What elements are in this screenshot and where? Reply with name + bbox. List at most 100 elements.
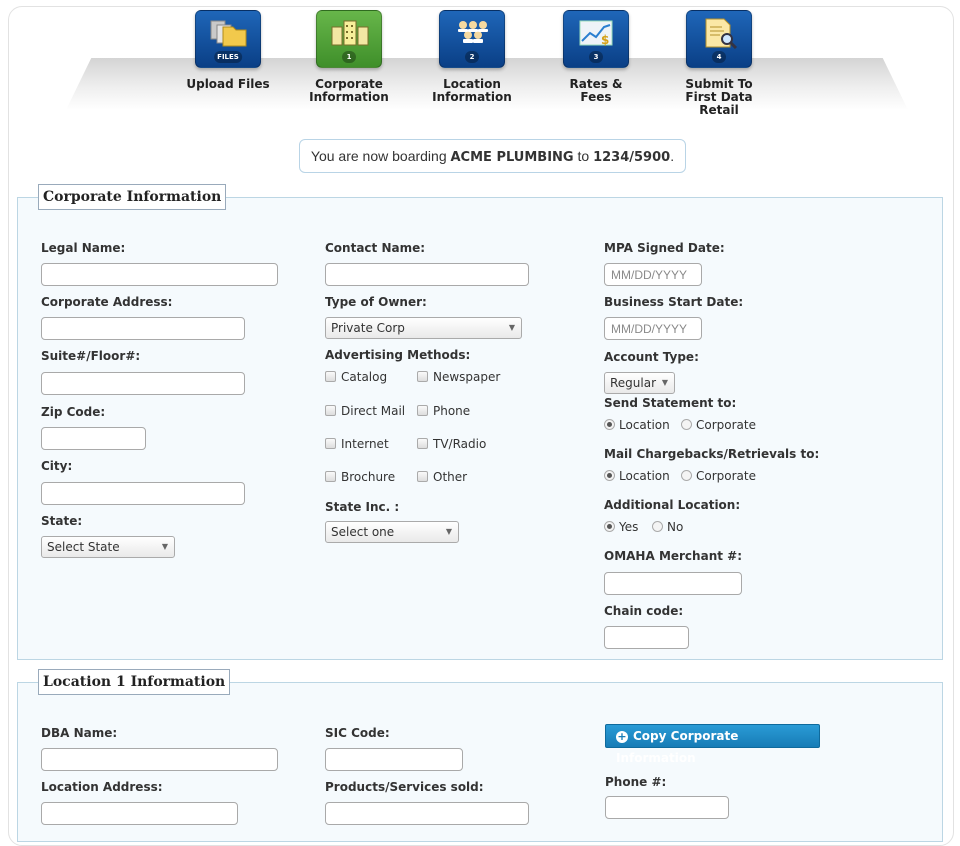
radio-label: Location [619, 418, 670, 432]
other-checkbox[interactable]: Other [417, 470, 467, 484]
checkbox-box[interactable] [417, 371, 428, 382]
buildings-icon: 1 [316, 10, 382, 68]
step-label: Location Information [432, 77, 512, 104]
checkbox-label: Brochure [341, 470, 396, 484]
checkbox-box[interactable] [417, 405, 428, 416]
checkbox-box[interactable] [325, 371, 336, 382]
internet-checkbox[interactable]: Internet [325, 437, 389, 451]
type-of-owner-value: Private Corp [331, 321, 405, 335]
advertising-methods-label: Advertising Methods: [325, 348, 471, 362]
radio-button[interactable] [652, 521, 663, 532]
corporate-address-input[interactable] [41, 317, 245, 340]
chevron-down-icon: ▼ [445, 527, 452, 536]
additional-location-no-radio[interactable]: No [652, 520, 683, 534]
radio-label: Corporate [696, 469, 756, 483]
checkbox-box[interactable] [325, 471, 336, 482]
step-rates-fees[interactable]: $ 3 Rates & Fees [541, 10, 651, 104]
section-title: Corporate Information [38, 184, 227, 210]
step-badge: 3 [589, 51, 603, 63]
sic-code-input[interactable] [325, 748, 463, 771]
files-icon: FILES [195, 10, 261, 68]
corporate-information-section: Corporate Information Legal Name: Corpor… [17, 184, 943, 660]
checkbox-label: Internet [341, 437, 389, 451]
business-start-date-input[interactable] [604, 317, 702, 340]
svg-text:$: $ [601, 33, 609, 47]
checkbox-label: Newspaper [433, 370, 501, 384]
type-of-owner-select[interactable]: Private Corp ▼ [325, 317, 522, 339]
checkbox-label: TV/Radio [433, 437, 487, 451]
state-inc-select[interactable]: Select one ▼ [325, 521, 459, 543]
mail-chargebacks-location-radio[interactable]: Location [604, 469, 670, 483]
step-upload-files[interactable]: FILES Upload Files [173, 10, 283, 91]
checkbox-box[interactable] [325, 405, 336, 416]
chevron-down-icon: ▼ [161, 542, 168, 551]
send-statement-location-radio[interactable]: Location [604, 418, 670, 432]
business-start-date-label: Business Start Date: [604, 295, 744, 309]
checkbox-box[interactable] [325, 438, 336, 449]
phone-label: Phone #: [605, 775, 667, 789]
checkbox-label: Direct Mail [341, 404, 406, 418]
people-icon: 2 [439, 10, 505, 68]
legal-name-label: Legal Name: [41, 241, 126, 255]
step-submit[interactable]: 4 Submit To First Data Retail [664, 10, 774, 117]
type-of-owner-label: Type of Owner: [325, 295, 427, 309]
banner-prefix: You are now boarding [310, 148, 451, 164]
location-information-section: Location 1 Information DBA Name: Locatio… [17, 669, 943, 842]
brochure-checkbox[interactable]: Brochure [325, 470, 395, 484]
chain-code-input[interactable] [604, 626, 689, 649]
city-input[interactable] [41, 482, 245, 505]
step-badge: 1 [342, 51, 356, 63]
state-select[interactable]: Select State ▼ [41, 536, 175, 558]
checkbox-label: Catalog [341, 370, 388, 384]
contact-name-label: Contact Name: [325, 241, 426, 255]
additional-location-label: Additional Location: [604, 498, 741, 512]
tv-radio-checkbox[interactable]: TV/Radio [417, 437, 486, 451]
checkbox-box[interactable] [417, 438, 428, 449]
account-type-select[interactable]: Regular ▼ [604, 372, 675, 394]
dba-name-label: DBA Name: [41, 726, 118, 740]
state-inc-value: Select one [331, 525, 395, 539]
phone-input[interactable] [605, 796, 729, 819]
radio-button[interactable] [604, 419, 615, 430]
additional-location-yes-radio[interactable]: Yes [604, 520, 638, 534]
city-label: City: [41, 459, 73, 473]
legal-name-input[interactable] [41, 263, 278, 286]
chevron-down-icon: ▼ [508, 323, 515, 332]
account-type-value: Regular [610, 376, 657, 390]
direct-mail-checkbox[interactable]: Direct Mail [325, 404, 405, 418]
corporate-address-label: Corporate Address: [41, 295, 173, 309]
phone-checkbox[interactable]: Phone [417, 404, 470, 418]
catalog-checkbox[interactable]: Catalog [325, 370, 387, 384]
radio-label: Yes [619, 520, 639, 534]
plus-circle-icon: + [616, 730, 628, 743]
state-label: State: [41, 514, 83, 528]
suite-floor-label: Suite#/Floor#: [41, 349, 141, 363]
radio-button[interactable] [604, 521, 615, 532]
step-corporate-information[interactable]: 1 Corporate Information [294, 10, 404, 104]
location-address-input[interactable] [41, 802, 238, 825]
products-services-input[interactable] [325, 802, 529, 825]
radio-button[interactable] [681, 419, 692, 430]
copy-corporate-information-button[interactable]: + Copy Corporate Information [605, 724, 820, 765]
radio-button[interactable] [604, 470, 615, 481]
radio-button[interactable] [681, 470, 692, 481]
zip-code-input[interactable] [41, 427, 146, 450]
boarding-banner: You are now boarding ACME PLUMBING to 12… [299, 139, 686, 173]
mail-chargebacks-corporate-radio[interactable]: Corporate [681, 469, 756, 483]
account-type-label: Account Type: [604, 350, 699, 364]
dba-name-input[interactable] [41, 748, 278, 771]
step-location-information[interactable]: 2 Location Information [417, 10, 527, 104]
zip-code-label: Zip Code: [41, 405, 106, 419]
contact-name-input[interactable] [325, 263, 529, 286]
send-statement-corporate-radio[interactable]: Corporate [681, 418, 756, 432]
checkbox-box[interactable] [417, 471, 428, 482]
mpa-signed-date-input[interactable] [604, 263, 702, 286]
document-search-icon: 4 [686, 10, 752, 68]
suite-floor-input[interactable] [41, 372, 245, 395]
mpa-signed-date-label: MPA Signed Date: [604, 241, 725, 255]
send-statement-label: Send Statement to: [604, 396, 737, 410]
banner-merchant-name: ACME PLUMBING [450, 150, 574, 165]
omaha-merchant-input[interactable] [604, 572, 742, 595]
step-label: Corporate Information [309, 77, 389, 104]
newspaper-checkbox[interactable]: Newspaper [417, 370, 500, 384]
